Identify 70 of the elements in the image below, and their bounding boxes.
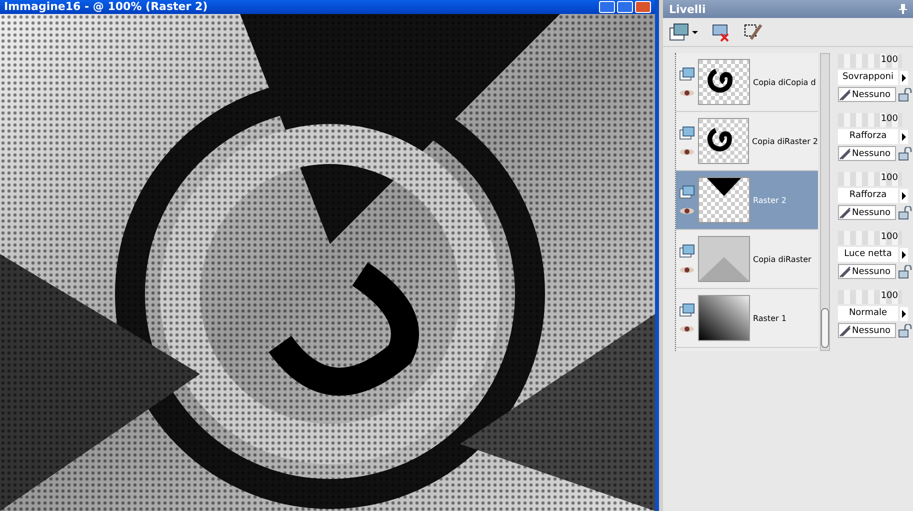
opacity-value: 100 <box>880 114 898 124</box>
dropdown-arrow-icon[interactable] <box>900 130 908 144</box>
dropdown-arrow-icon[interactable] <box>900 188 908 202</box>
layer-name: Copia diRaster 2 <box>752 136 818 146</box>
link-mode-field[interactable]: Nessuno <box>838 205 896 220</box>
opacity-value: 100 <box>880 55 898 65</box>
layer-row[interactable]: Copia diCopia d <box>676 53 818 112</box>
maximize-button[interactable] <box>617 1 633 13</box>
dropdown-arrow-icon[interactable] <box>900 70 908 84</box>
new-layer-icon[interactable] <box>669 22 699 42</box>
opacity-slider[interactable]: 100 <box>838 231 902 245</box>
layer-thumbnail <box>698 59 750 105</box>
window-title: Immagine16 - @ 100% (Raster 2) <box>4 0 209 14</box>
panel-title: Livelli <box>669 2 706 16</box>
brush-icon <box>839 88 851 100</box>
brush-icon <box>839 266 851 278</box>
lock-icon[interactable] <box>898 146 912 160</box>
lock-icon[interactable] <box>898 324 912 338</box>
pin-icon[interactable] <box>899 4 907 14</box>
opacity-slider[interactable]: 100 <box>838 290 902 304</box>
dropdown-arrow-icon[interactable] <box>900 306 908 320</box>
link-mode-field[interactable]: Nessuno <box>838 146 896 161</box>
layer-type-icon <box>679 303 695 317</box>
blend-mode-dropdown[interactable]: Sovrapponi <box>838 70 898 85</box>
opacity-slider[interactable]: 100 <box>838 54 902 68</box>
layer-row[interactable]: Copia diRaster 2 <box>676 112 818 171</box>
visibility-eye-icon[interactable] <box>679 325 695 333</box>
blend-mode-dropdown[interactable]: Luce netta <box>838 247 898 262</box>
link-mode-field[interactable]: Nessuno <box>838 264 896 279</box>
scroll-thumb[interactable] <box>821 308 829 348</box>
blend-mode-dropdown[interactable]: Normale <box>838 306 898 321</box>
visibility-eye-icon[interactable] <box>679 207 695 215</box>
layer-name: Copia diRaster <box>753 254 812 264</box>
layer-row[interactable]: Raster 1 <box>676 289 818 348</box>
link-mode-field[interactable]: Nessuno <box>838 87 896 102</box>
lock-icon[interactable] <box>898 206 912 220</box>
opacity-slider[interactable]: 100 <box>838 113 902 127</box>
layer-thumbnail <box>698 118 750 164</box>
layer-thumbnail <box>698 177 750 223</box>
opacity-value: 100 <box>880 173 898 183</box>
blend-mode-dropdown[interactable]: Rafforza <box>838 188 898 203</box>
dropdown-arrow-icon[interactable] <box>900 248 908 262</box>
layer-thumbnail <box>698 295 750 341</box>
link-mode-field[interactable]: Nessuno <box>838 323 896 338</box>
layer-thumbnail <box>698 236 750 282</box>
opacity-value: 100 <box>880 232 898 242</box>
layer-type-icon <box>679 185 695 199</box>
visibility-eye-icon[interactable] <box>679 266 695 274</box>
layer-type-icon <box>679 126 695 140</box>
layer-name: Copia diCopia d <box>753 78 816 86</box>
opacity-value: 100 <box>880 291 898 301</box>
scrollbar[interactable] <box>820 53 830 351</box>
layer-row[interactable]: Copia diRaster <box>676 230 818 289</box>
opacity-slider[interactable]: 100 <box>838 172 902 186</box>
close-button[interactable] <box>635 1 651 13</box>
layer-name: Raster 1 <box>753 314 786 322</box>
brush-icon <box>839 324 851 336</box>
blend-mode-dropdown[interactable]: Rafforza <box>838 129 898 144</box>
layer-type-icon <box>679 67 695 81</box>
brush-icon <box>839 148 851 160</box>
delete-layer-icon[interactable] <box>711 22 731 42</box>
edit-selection-icon[interactable] <box>743 22 763 42</box>
visibility-eye-icon[interactable] <box>679 148 695 156</box>
minimize-button[interactable] <box>599 1 615 13</box>
visibility-eye-icon[interactable] <box>679 89 695 97</box>
brush-icon <box>839 206 851 218</box>
lock-icon[interactable] <box>898 88 912 102</box>
layer-type-icon <box>679 244 695 258</box>
layer-name: Raster 2 <box>753 196 786 204</box>
lock-icon[interactable] <box>898 264 912 278</box>
